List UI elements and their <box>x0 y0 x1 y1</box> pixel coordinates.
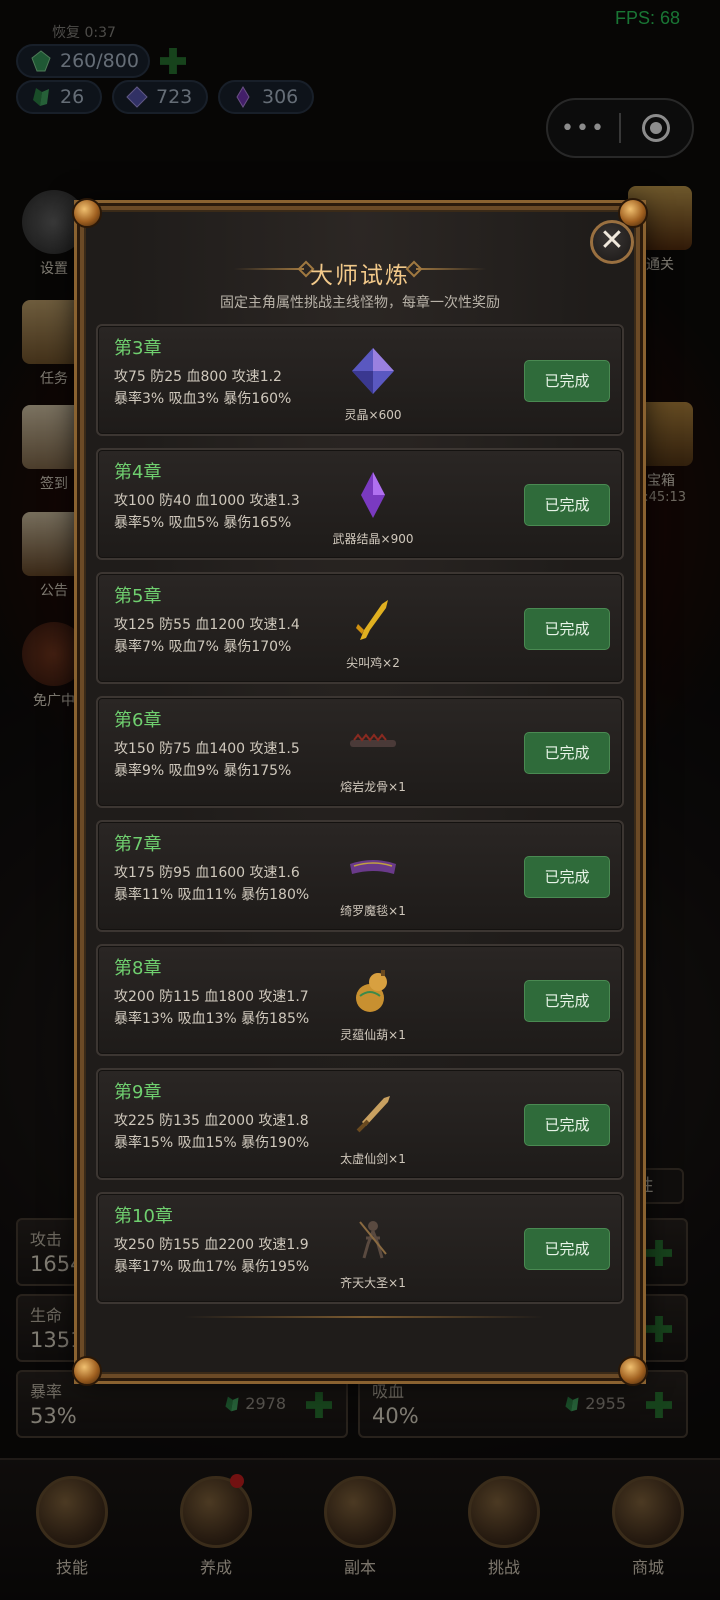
chapter-card: 第9章 攻225 防135 血2000 攻速1.8 暴率15% 吸血15% 暴伤… <box>96 1068 624 1180</box>
master-trial-modal: ✕ 大师试炼 固定主角属性挑战主线怪物，每章一次性奖励 第3章 攻75 防25 … <box>72 198 648 1386</box>
reward-label: 灵蕴仙葫×1 <box>340 1028 406 1042</box>
chapter-stats-line2: 暴率11% 吸血11% 暴伤180% <box>114 887 310 903</box>
completed-button[interactable]: 已完成 <box>524 1228 610 1270</box>
completed-button[interactable]: 已完成 <box>524 1104 610 1146</box>
modal-subtitle: 固定主角属性挑战主线怪物，每章一次性奖励 <box>220 295 500 311</box>
reward-label: 尖叫鸡×2 <box>346 656 400 670</box>
completed-button[interactable]: 已完成 <box>524 608 610 650</box>
chapter-name: 第4章 <box>114 462 162 483</box>
chapter-stats-line2: 暴率9% 吸血9% 暴伤175% <box>114 763 292 779</box>
modal-title: 大师试炼 <box>310 263 410 289</box>
reward-label: 太虚仙剑×1 <box>340 1152 406 1166</box>
reward-item[interactable]: 灵蕴仙葫×1 <box>318 946 428 1056</box>
weapon-crystal-icon <box>361 472 385 518</box>
lava-dragon-bone-icon <box>350 733 396 747</box>
completed-button[interactable]: 已完成 <box>524 856 610 898</box>
completed-button[interactable]: 已完成 <box>524 360 610 402</box>
reward-label: 熔岩龙骨×1 <box>340 780 406 794</box>
reward-label: 武器结晶×900 <box>332 532 414 546</box>
chapter-card: 第6章 攻150 防75 血1400 攻速1.5 暴率9% 吸血9% 暴伤175… <box>96 696 624 808</box>
chapter-card: 第7章 攻175 防95 血1600 攻速1.6 暴率11% 吸血11% 暴伤1… <box>96 820 624 932</box>
panel-footer-ornament <box>184 1316 544 1318</box>
chapter-name: 第6章 <box>114 710 162 731</box>
chapter-stats-line1: 攻150 防75 血1400 攻速1.5 <box>114 741 300 757</box>
chapter-stats-line1: 攻75 防25 血800 攻速1.2 <box>114 369 282 385</box>
chapter-stats-line2: 暴率3% 吸血3% 暴伤160% <box>114 391 292 407</box>
reward-item[interactable]: 太虚仙剑×1 <box>318 1070 428 1180</box>
chapter-stats-line1: 攻200 防115 血1800 攻速1.7 <box>114 989 309 1005</box>
reward-label: 齐天大圣×1 <box>340 1276 406 1290</box>
chapter-name: 第3章 <box>114 338 162 359</box>
chapter-name: 第9章 <box>114 1082 162 1103</box>
chapter-stats-line2: 暴率13% 吸血13% 暴伤185% <box>114 1011 310 1027</box>
chapter-card: 第8章 攻200 防115 血1800 攻速1.7 暴率13% 吸血13% 暴伤… <box>96 944 624 1056</box>
chapter-stats-line1: 攻250 防155 血2200 攻速1.9 <box>114 1237 309 1253</box>
chapter-stats-line1: 攻125 防55 血1200 攻速1.4 <box>114 617 300 633</box>
chapter-name: 第7章 <box>114 834 162 855</box>
reward-label: 绮罗魔毯×1 <box>340 904 406 918</box>
corner-ornament <box>618 1356 648 1386</box>
chapter-stats-line1: 攻225 防135 血2000 攻速1.8 <box>114 1113 309 1129</box>
reward-item[interactable]: 齐天大圣×1 <box>318 1194 428 1304</box>
chapter-stats-line2: 暴率17% 吸血17% 暴伤195% <box>114 1259 310 1275</box>
reward-label: 灵晶×600 <box>344 408 402 422</box>
gourd-icon <box>356 970 387 1012</box>
chapter-name: 第10章 <box>114 1206 173 1227</box>
completed-button[interactable]: 已完成 <box>524 732 610 774</box>
monkey-king-icon <box>359 1221 387 1259</box>
chapter-stats-line2: 暴率5% 吸血5% 暴伤165% <box>114 515 292 531</box>
reward-item[interactable]: 武器结晶×900 <box>318 450 428 560</box>
corner-ornament <box>72 1356 102 1386</box>
sword-icon <box>356 1096 390 1133</box>
reward-item[interactable]: 尖叫鸡×2 <box>318 574 428 684</box>
chapter-stats-line2: 暴率15% 吸血15% 暴伤190% <box>114 1135 310 1151</box>
reward-item[interactable]: 绮罗魔毯×1 <box>318 822 428 932</box>
magic-carpet-icon <box>350 860 396 874</box>
chapter-stats-line2: 暴率7% 吸血7% 暴伤170% <box>114 639 292 655</box>
reward-item[interactable]: 灵晶×600 <box>318 326 428 436</box>
completed-button[interactable]: 已完成 <box>524 980 610 1022</box>
chapter-name: 第8章 <box>114 958 162 979</box>
chapter-stats-line1: 攻175 防95 血1600 攻速1.6 <box>114 865 300 881</box>
corner-ornament <box>72 198 102 228</box>
chapter-card: 第5章 攻125 防55 血1200 攻速1.4 暴率7% 吸血7% 暴伤170… <box>96 572 624 684</box>
rubber-chicken-icon <box>356 600 388 640</box>
chapter-name: 第5章 <box>114 586 162 607</box>
title-ornament <box>416 268 486 270</box>
completed-button[interactable]: 已完成 <box>524 484 610 526</box>
spirit-crystal-icon <box>352 348 394 394</box>
reward-item[interactable]: 熔岩龙骨×1 <box>318 698 428 808</box>
chapter-card: 第4章 攻100 防40 血1000 攻速1.3 暴率5% 吸血5% 暴伤165… <box>96 448 624 560</box>
chapter-card: 第3章 攻75 防25 血800 攻速1.2 暴率3% 吸血3% 暴伤160% … <box>96 324 624 436</box>
chapter-card: 第10章 攻250 防155 血2200 攻速1.9 暴率17% 吸血17% 暴… <box>96 1192 624 1304</box>
chapter-stats-line1: 攻100 防40 血1000 攻速1.3 <box>114 493 300 509</box>
